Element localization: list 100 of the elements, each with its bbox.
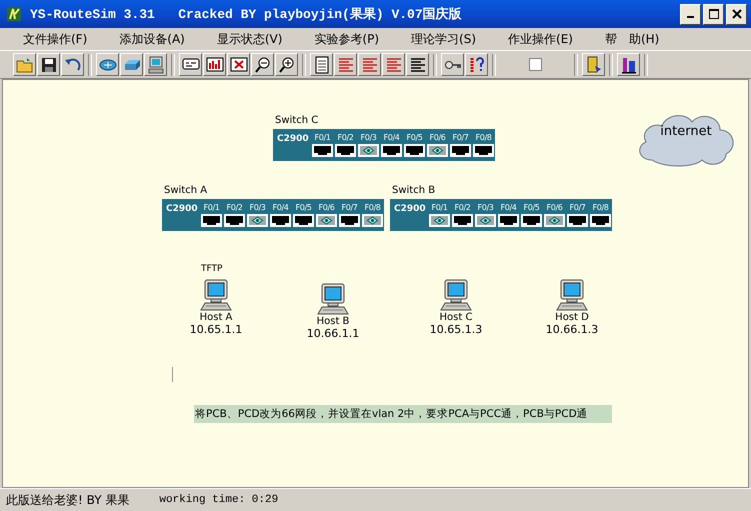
- port-icon[interactable]: [339, 214, 360, 227]
- linked-port-icon[interactable]: [544, 214, 565, 227]
- document-button[interactable]: [310, 53, 333, 76]
- menu-item[interactable]: 添加设备(A): [116, 30, 188, 48]
- align-text-icon: [336, 56, 354, 74]
- router-button[interactable]: [96, 53, 119, 76]
- switch-label: Switch B: [391, 185, 436, 196]
- port-icon[interactable]: [224, 214, 245, 227]
- help-button[interactable]: [465, 53, 488, 76]
- port-icon[interactable]: [312, 144, 333, 157]
- status-message: 此版送给老婆! BY 果果: [6, 492, 130, 508]
- linked-port-icon[interactable]: [316, 214, 337, 227]
- host-ip: 10.66.1.3: [546, 323, 598, 336]
- computer-icon[interactable]: [439, 279, 473, 311]
- switch-panel[interactable]: C2900 F0/1 F0/2 F0/3 F0/4 F0/5 F0/6 F0/7 F0/8: [273, 129, 495, 161]
- switch-model: C2900: [277, 134, 310, 144]
- text-lines-button[interactable]: [406, 53, 429, 76]
- menu-item[interactable]: 作业操作(E): [505, 30, 576, 48]
- port-label: F0/7: [452, 133, 468, 142]
- host-name: Host D: [555, 312, 589, 323]
- linked-port-icon[interactable]: [358, 144, 379, 157]
- app-icon: [6, 6, 22, 22]
- port-icon[interactable]: [473, 144, 494, 157]
- menu-item[interactable]: 理论学习(S): [408, 30, 480, 48]
- switch-label: Switch A: [163, 185, 208, 196]
- port-label: F0/5: [524, 203, 540, 212]
- port-label: F0/1: [314, 133, 330, 142]
- port-label: F0/4: [500, 203, 516, 212]
- host-ip: 10.66.1.1: [306, 327, 360, 340]
- help-icon: [468, 56, 486, 74]
- port-icon[interactable]: [270, 214, 291, 227]
- menu-item[interactable]: 帮 助(H): [602, 30, 662, 48]
- task-note: 将PCB、PCD改为66网段，并设置在vlan 2中，要求PCA与PCC通，PCB与PCD通: [194, 405, 612, 423]
- chart-button[interactable]: [203, 53, 226, 76]
- speech-bubble-button[interactable]: [179, 53, 202, 76]
- save-button[interactable]: [37, 53, 60, 76]
- port-label: F0/1: [432, 203, 448, 212]
- port-icon[interactable]: [590, 214, 611, 227]
- delete-button[interactable]: [227, 53, 250, 76]
- maximize-button[interactable]: [703, 4, 724, 24]
- port-label: F0/6: [430, 133, 446, 142]
- port-icon[interactable]: [567, 214, 588, 227]
- linked-port-icon[interactable]: [475, 214, 496, 227]
- port-icon[interactable]: [521, 214, 542, 227]
- text-lines-icon: [408, 56, 426, 74]
- host-tag: TFTP: [201, 264, 222, 274]
- port-icon[interactable]: [498, 214, 519, 227]
- door-button[interactable]: [582, 53, 605, 76]
- linked-port-icon[interactable]: [362, 214, 383, 227]
- port-label: F0/5: [406, 133, 422, 142]
- exit-icon: [620, 56, 638, 74]
- computer-button[interactable]: [144, 53, 167, 76]
- zoom-in-button[interactable]: [275, 53, 298, 76]
- key-button[interactable]: [441, 53, 464, 76]
- port-label: F0/6: [546, 203, 562, 212]
- delete-icon: [230, 56, 248, 74]
- port-label: F0/7: [342, 203, 358, 212]
- exit-button[interactable]: [617, 53, 640, 76]
- checkbox[interactable]: [528, 58, 542, 71]
- switch-panel[interactable]: C2900 F0/1 F0/2 F0/3 F0/4 F0/5 F0/6 F0/7 F0/8: [162, 199, 384, 231]
- zoom-in-icon: [278, 56, 296, 74]
- port-icon[interactable]: [452, 214, 473, 227]
- menu-item[interactable]: 文件操作(F): [20, 30, 90, 48]
- undo-button[interactable]: [61, 53, 84, 76]
- port-icon[interactable]: [450, 144, 471, 157]
- switch-button[interactable]: [120, 53, 143, 76]
- port-icon[interactable]: [201, 214, 222, 227]
- linked-port-icon[interactable]: [427, 144, 448, 157]
- close-button[interactable]: [726, 4, 747, 24]
- menu-item[interactable]: 显示状态(V): [214, 30, 286, 48]
- switch-model: C2900: [394, 204, 427, 214]
- maximize-icon: [708, 9, 718, 19]
- switch-model: C2900: [166, 204, 199, 214]
- align-text-button[interactable]: [358, 53, 381, 76]
- align-text-button[interactable]: [382, 53, 405, 76]
- menu-item[interactable]: 实验参考(P): [311, 30, 382, 48]
- port-label: F0/4: [272, 203, 288, 212]
- open-folder-button[interactable]: [13, 53, 36, 76]
- align-text-button[interactable]: [334, 53, 357, 76]
- port-icon[interactable]: [293, 214, 314, 227]
- port-label: F0/2: [338, 133, 354, 142]
- linked-port-icon[interactable]: [247, 214, 268, 227]
- minimize-button[interactable]: [680, 4, 701, 24]
- computer-icon[interactable]: [316, 283, 350, 315]
- zoom-out-button[interactable]: [251, 53, 274, 76]
- port-label: F0/8: [476, 133, 492, 142]
- switch-panel[interactable]: C2900 F0/1 F0/2 F0/3 F0/4 F0/5 F0/6 F0/7 F0/8: [390, 199, 612, 231]
- computer-icon[interactable]: [555, 279, 589, 311]
- door-icon: [584, 56, 602, 74]
- port-label: F0/3: [478, 203, 494, 212]
- port-icon[interactable]: [381, 144, 402, 157]
- zoom-out-icon: [254, 56, 272, 74]
- port-icon[interactable]: [404, 144, 425, 157]
- computer-icon[interactable]: [199, 279, 233, 311]
- host-ip: 10.65.1.3: [430, 323, 482, 336]
- linked-port-icon[interactable]: [429, 214, 450, 227]
- text-cursor: [172, 367, 173, 382]
- working-time: working time: 0:29: [159, 494, 278, 506]
- port-label: F0/7: [570, 203, 586, 212]
- port-icon[interactable]: [335, 144, 356, 157]
